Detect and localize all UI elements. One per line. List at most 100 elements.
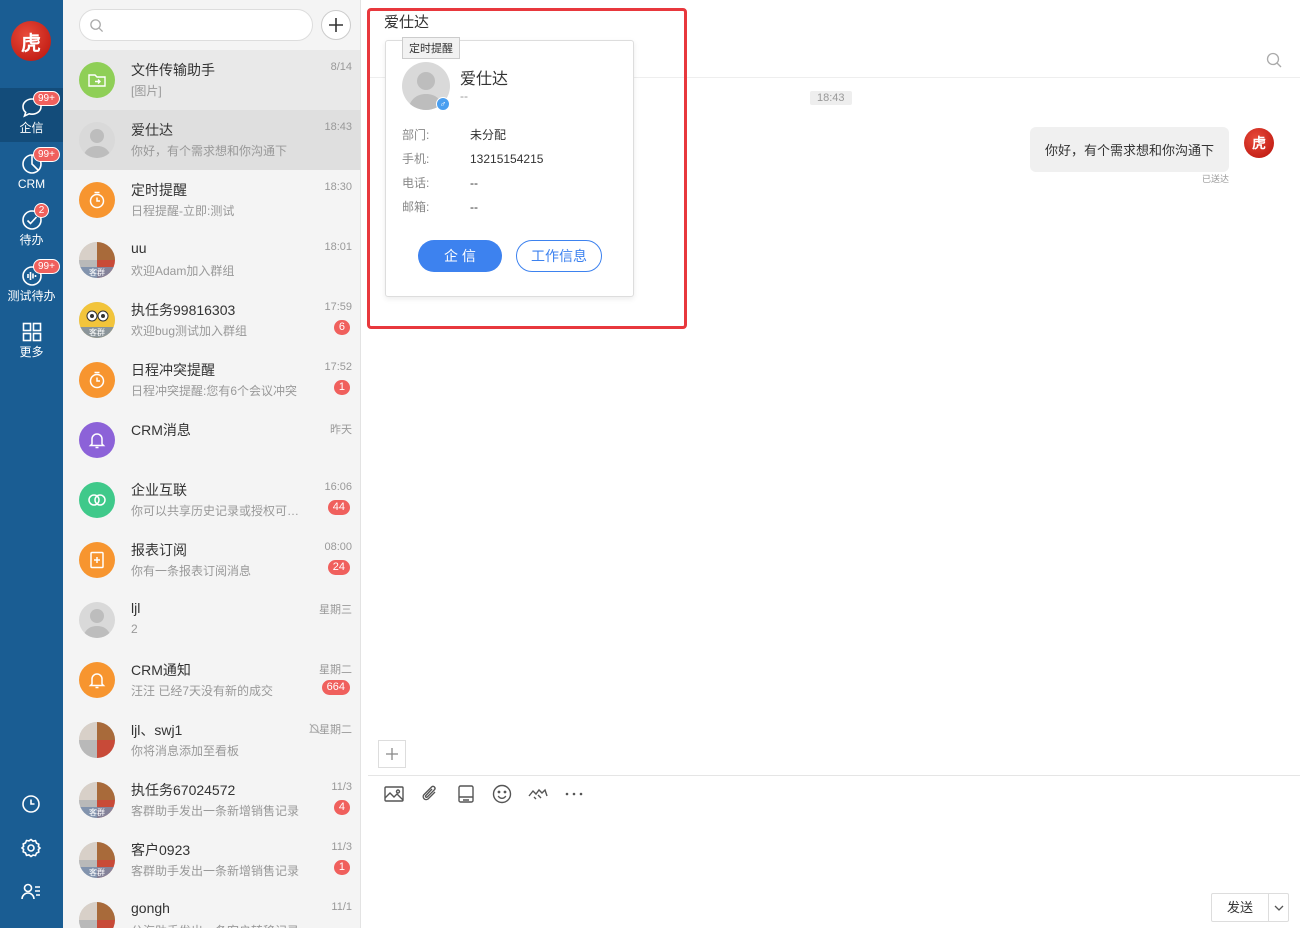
conversation-row[interactable]: ljl 2 星期三	[63, 590, 360, 650]
conversation-name: 执任务67024572	[131, 782, 236, 798]
message-input[interactable]	[378, 815, 1288, 895]
conversation-row[interactable]: 定时提醒 日程提醒-立即:测试 18:30	[63, 170, 360, 230]
conversation-preview: [图片]	[131, 84, 162, 98]
conversation-row[interactable]: 客群 执任务67024572 客群助手发出一条新增销售记录 11/3 4	[63, 770, 360, 830]
unread-badge: 4	[333, 800, 350, 815]
plus-icon	[386, 748, 398, 760]
conversation-row[interactable]: 客群 客户0923 客群助手发出一条新增销售记录 11/3 1	[63, 830, 360, 890]
gear-icon[interactable]	[19, 836, 43, 860]
grid-icon	[22, 322, 41, 342]
conversation-time: 星期二	[319, 724, 352, 736]
my-avatar[interactable]: 虎	[1244, 128, 1274, 158]
conversation-preview: 欢迎bug测试加入群组	[131, 324, 248, 338]
conversation-row[interactable]: 客群 uu 欢迎Adam加入群组 18:01	[63, 230, 360, 290]
paperclip-icon[interactable]	[419, 783, 441, 805]
unread-badge: 24	[327, 560, 350, 575]
nav-label: CRM	[17, 177, 46, 191]
conversation-name: CRM消息	[131, 422, 191, 438]
contact-card: ♂ 爱仕达 -- 部门: 未分配 手机: 13215154215 电话: -- 邮箱:…	[385, 40, 634, 297]
conversation-name: uu	[131, 240, 147, 256]
my-avatar-text: 虎	[1252, 136, 1266, 152]
group-tag: 客群	[79, 807, 115, 818]
conversation-name: 定时提醒	[131, 182, 187, 198]
conversation-time: 11/1	[331, 901, 352, 913]
conversation-preview: 客群助手发出一条新增销售记录	[131, 864, 300, 878]
report-icon	[79, 542, 115, 578]
search-input[interactable]	[110, 15, 305, 35]
conversation-row[interactable]: 文件传输助手 [图片] 8/14	[63, 50, 360, 110]
conversation-name: ljl、swj1	[131, 722, 183, 738]
field-email: 邮箱: --	[402, 198, 478, 215]
timer-icon	[79, 182, 115, 218]
nav-label: 更多	[19, 345, 44, 359]
conversation-name: 报表订阅	[131, 542, 187, 558]
conversation-time: 昨天	[330, 424, 352, 436]
nav-todo[interactable]: 待办 2	[0, 200, 63, 254]
conversation-preview: 日程提醒-立即:测试	[131, 204, 235, 218]
image-icon[interactable]	[383, 783, 405, 805]
user-list-icon[interactable]	[19, 880, 43, 904]
search-box[interactable]	[79, 9, 313, 41]
conversation-time: 16:06	[324, 481, 352, 493]
folder-icon[interactable]	[455, 783, 477, 805]
conversation-time: 17:59	[324, 301, 352, 313]
group-avatar	[79, 722, 115, 758]
contact-name: 爱仕达	[460, 71, 509, 88]
delivery-status: 已送达	[1202, 174, 1230, 184]
more-icon[interactable]	[563, 783, 585, 805]
logo-text: 虎	[21, 30, 41, 55]
conversation-time: 8/14	[330, 61, 352, 73]
qixin-button[interactable]: 企 信	[418, 240, 502, 272]
smiley-icon[interactable]	[491, 783, 513, 805]
conversation-row[interactable]: CRM通知 汪汪 已经7天没有新的成交 星期二 664	[63, 650, 360, 710]
message-timestamp: 18:43	[810, 91, 852, 105]
nav-badge: 99+	[33, 147, 60, 162]
conversation-preview: 公海助手发出一条客户转移记录	[131, 922, 303, 928]
conversation-time: 18:01	[324, 241, 352, 253]
conversation-name: 客户0923	[131, 842, 191, 858]
group-avatar: 客群	[79, 302, 115, 338]
handshake-icon[interactable]	[527, 783, 549, 805]
avatar	[79, 602, 115, 638]
conversation-row[interactable]: 爱仕达 你好，有个需求想和你沟通下 18:43	[63, 110, 360, 170]
conversation-row[interactable]: CRM消息 昨天	[63, 410, 360, 470]
nav-crm[interactable]: CRM 99+	[0, 144, 63, 198]
bell-icon	[79, 662, 115, 698]
field-department: 部门: 未分配	[402, 126, 506, 143]
send-button[interactable]: 发送	[1212, 894, 1269, 921]
nav-qixin[interactable]: 企信 99+	[0, 88, 63, 142]
chat-search-icon[interactable]	[1266, 52, 1282, 68]
work-info-button[interactable]: 工作信息	[516, 240, 602, 272]
add-button[interactable]	[321, 10, 351, 40]
send-options-dropdown[interactable]	[1269, 894, 1288, 921]
conversation-row[interactable]: gongh 公海助手发出一条客户转移记录 11/1	[63, 890, 360, 928]
unread-badge: 1	[333, 380, 350, 395]
field-label: 手机:	[402, 152, 430, 166]
conversation-row[interactable]: 日程冲突提醒 日程冲突提醒:您有6个会议冲突 17:52 1	[63, 350, 360, 410]
message-bubble[interactable]: 你好，有个需求想和你沟通下	[1030, 127, 1230, 172]
conversation-time: 星期二	[319, 664, 352, 676]
conversation-name: 企业互联	[131, 482, 187, 498]
clock-icon[interactable]	[19, 792, 43, 816]
group-tag: 客群	[79, 267, 115, 278]
conversation-name: ljl	[131, 600, 141, 616]
conversation-row[interactable]: 报表订阅 你有一条报表订阅消息 08:00 24	[63, 530, 360, 590]
nav-label: 待办	[19, 233, 44, 247]
field-mobile: 手机: 13215154215	[402, 150, 543, 167]
conversation-row[interactable]: 企业互联你可以共享历史记录或授权可以查看 16:06 44	[63, 470, 360, 530]
conversation-row[interactable]: ljl、swj1 你将消息添加至看板 星期二	[63, 710, 360, 770]
link-icon	[79, 482, 115, 518]
nav-label: 测试待办	[7, 289, 56, 303]
conversation-preview: 汪汪 已经7天没有新的成交	[131, 684, 274, 698]
app-logo[interactable]: 虎	[11, 21, 51, 61]
conversation-row[interactable]: 客群 执任务99816303 欢迎bug测试加入群组 17:59 6	[63, 290, 360, 350]
nav-test-todo[interactable]: 测试待办 99+	[0, 256, 63, 310]
field-phone: 电话: --	[402, 174, 478, 191]
group-avatar: 客群	[79, 242, 115, 278]
conversation-time: 11/3	[331, 781, 352, 793]
expand-button[interactable]	[378, 740, 406, 768]
nav-badge: 99+	[33, 91, 60, 106]
conversation-preview: 客群助手发出一条新增销售记录	[131, 804, 300, 818]
nav-more[interactable]: 更多	[0, 312, 63, 366]
conversation-preview: 日程冲突提醒:您有6个会议冲突	[131, 384, 298, 398]
